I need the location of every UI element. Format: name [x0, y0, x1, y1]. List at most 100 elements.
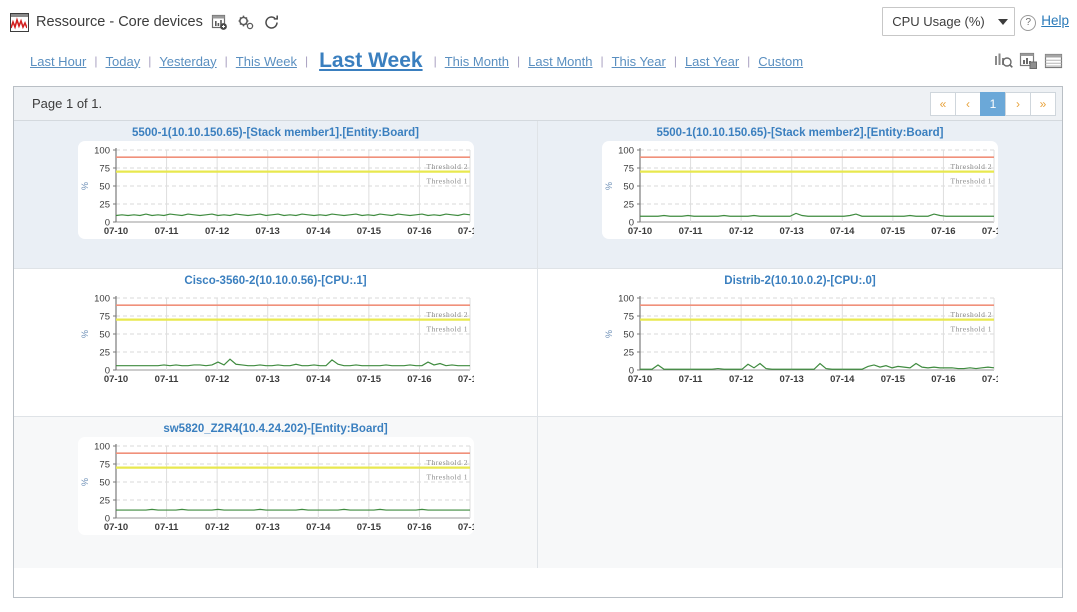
svg-text:50: 50 — [623, 181, 634, 192]
chart-2[interactable]: 0255075100%07-1007-1107-1207-1307-1407-1… — [602, 141, 998, 239]
svg-text:%: % — [80, 330, 90, 338]
table-view-icon[interactable] — [1044, 52, 1063, 70]
chart-1[interactable]: 0255075100%07-1007-1107-1207-1307-1407-1… — [78, 141, 474, 239]
pager-prev-button[interactable]: ‹ — [955, 92, 981, 116]
svg-text:07-12: 07-12 — [729, 226, 753, 237]
svg-text:07-16: 07-16 — [931, 374, 955, 385]
svg-text:%: % — [604, 182, 614, 190]
page-title: Ressource - Core devices — [36, 14, 203, 30]
chart-title: Cisco-3560-2(10.10.0.56)-[CPU:.1] — [184, 275, 366, 287]
svg-text:50: 50 — [99, 181, 110, 192]
svg-text:07-11: 07-11 — [154, 522, 178, 533]
svg-text:07-17: 07-17 — [457, 374, 473, 385]
tab-last-week[interactable]: Last Week — [316, 49, 426, 73]
chart-title: Distrib-2(10.10.0.2)-[CPU:.0] — [724, 275, 875, 287]
time-range-tabs: Last Hour | Today | Yesterday | This Wee… — [0, 44, 1077, 78]
tab-this-year[interactable]: This Year — [612, 54, 666, 69]
chart-zoom-icon[interactable] — [994, 52, 1013, 70]
help-link[interactable]: Help — [1041, 13, 1069, 28]
pager: « ‹ 1 › » — [931, 92, 1056, 116]
svg-text:75: 75 — [99, 163, 110, 174]
svg-text:Threshold 1: Threshold 1 — [950, 177, 992, 186]
tab-last-year[interactable]: Last Year — [685, 54, 739, 69]
chart-4[interactable]: 0255075100%07-1007-1107-1207-1307-1407-1… — [602, 289, 998, 387]
svg-text:07-13: 07-13 — [255, 522, 279, 533]
tab-today[interactable]: Today — [106, 54, 141, 69]
settings-gear-icon[interactable] — [237, 14, 254, 31]
tab-custom[interactable]: Custom — [758, 54, 803, 69]
svg-text:%: % — [80, 182, 90, 190]
svg-text:50: 50 — [623, 329, 634, 340]
svg-text:07-13: 07-13 — [255, 226, 279, 237]
svg-text:07-16: 07-16 — [931, 226, 955, 237]
tab-separator: | — [747, 54, 750, 68]
tab-separator: | — [674, 54, 677, 68]
chart-logo-icon — [10, 13, 29, 32]
tab-this-month[interactable]: This Month — [445, 54, 509, 69]
svg-text:07-15: 07-15 — [356, 374, 381, 385]
svg-text:07-13: 07-13 — [255, 374, 279, 385]
chart-grid-row: Cisco-3560-2(10.10.0.56)-[CPU:.1] 025507… — [14, 269, 1062, 417]
svg-text:25: 25 — [623, 347, 634, 358]
chart-grid-row: 5500-1(10.10.150.65)-[Stack member1].[En… — [14, 121, 1062, 269]
pager-page-1[interactable]: 1 — [980, 92, 1006, 116]
svg-text:07-17: 07-17 — [457, 522, 473, 533]
svg-text:07-10: 07-10 — [103, 522, 127, 533]
svg-text:07-10: 07-10 — [628, 374, 652, 385]
svg-text:75: 75 — [623, 163, 634, 174]
svg-text:Threshold 1: Threshold 1 — [426, 177, 468, 186]
svg-text:07-17: 07-17 — [457, 226, 473, 237]
chart-cell: Distrib-2(10.10.0.2)-[CPU:.0] 0255075100… — [538, 269, 1062, 416]
svg-text:07-14: 07-14 — [306, 374, 331, 385]
chart-export-icon[interactable] — [1019, 52, 1038, 70]
title-bar-right: CPU Usage (%) ? Help — [882, 7, 1069, 36]
chart-3[interactable]: 0255075100%07-1007-1107-1207-1307-1407-1… — [78, 289, 474, 387]
svg-text:75: 75 — [623, 311, 634, 322]
pagination-bar: Page 1 of 1. « ‹ 1 › » — [14, 87, 1062, 121]
svg-text:07-16: 07-16 — [407, 522, 431, 533]
svg-text:07-12: 07-12 — [204, 374, 228, 385]
svg-text:%: % — [80, 478, 90, 486]
svg-text:100: 100 — [618, 145, 634, 156]
metric-select-value: CPU Usage (%) — [892, 14, 984, 29]
tab-separator: | — [434, 54, 437, 68]
svg-text:07-15: 07-15 — [881, 374, 906, 385]
report-export-icon[interactable] — [211, 14, 228, 31]
svg-text:07-14: 07-14 — [830, 374, 855, 385]
svg-text:100: 100 — [94, 145, 110, 156]
tab-this-week[interactable]: This Week — [236, 54, 297, 69]
svg-text:07-11: 07-11 — [679, 226, 703, 237]
svg-text:25: 25 — [99, 199, 110, 210]
chart-cell: Cisco-3560-2(10.10.0.56)-[CPU:.1] 025507… — [14, 269, 538, 416]
pager-next-button[interactable]: › — [1005, 92, 1031, 116]
results-panel: Page 1 of 1. « ‹ 1 › » 5500-1(10.10.150.… — [13, 86, 1063, 598]
svg-text:07-10: 07-10 — [103, 226, 127, 237]
svg-text:75: 75 — [99, 311, 110, 322]
tab-separator: | — [517, 54, 520, 68]
tab-last-hour[interactable]: Last Hour — [30, 54, 86, 69]
metric-select[interactable]: CPU Usage (%) — [882, 7, 1015, 36]
svg-text:Threshold 1: Threshold 1 — [426, 325, 468, 334]
title-bar: Ressource - Core devices — [0, 0, 1077, 44]
chart-grid: 5500-1(10.10.150.65)-[Stack member1].[En… — [14, 121, 1062, 597]
tab-last-month[interactable]: Last Month — [528, 54, 592, 69]
svg-text:07-15: 07-15 — [356, 522, 381, 533]
chevron-down-icon — [998, 19, 1008, 25]
svg-text:07-17: 07-17 — [982, 374, 998, 385]
pager-last-button[interactable]: » — [1030, 92, 1056, 116]
svg-text:07-17: 07-17 — [982, 226, 998, 237]
svg-text:100: 100 — [94, 293, 110, 304]
tab-yesterday[interactable]: Yesterday — [159, 54, 216, 69]
chart-cell: 5500-1(10.10.150.65)-[Stack member2].[En… — [538, 121, 1062, 268]
chart-5[interactable]: 0255075100%07-1007-1107-1207-1307-1407-1… — [78, 437, 474, 535]
svg-text:07-13: 07-13 — [780, 374, 804, 385]
svg-text:07-14: 07-14 — [306, 522, 331, 533]
chart-title: 5500-1(10.10.150.65)-[Stack member2].[En… — [657, 127, 944, 139]
svg-text:07-11: 07-11 — [154, 374, 178, 385]
svg-text:07-13: 07-13 — [780, 226, 804, 237]
pager-first-button[interactable]: « — [930, 92, 956, 116]
refresh-icon[interactable] — [263, 14, 280, 31]
chart-title: sw5820_Z2R4(10.4.24.202)-[Entity:Board] — [163, 423, 387, 435]
question-circle-icon[interactable]: ? — [1020, 15, 1036, 31]
svg-text:07-15: 07-15 — [356, 226, 381, 237]
